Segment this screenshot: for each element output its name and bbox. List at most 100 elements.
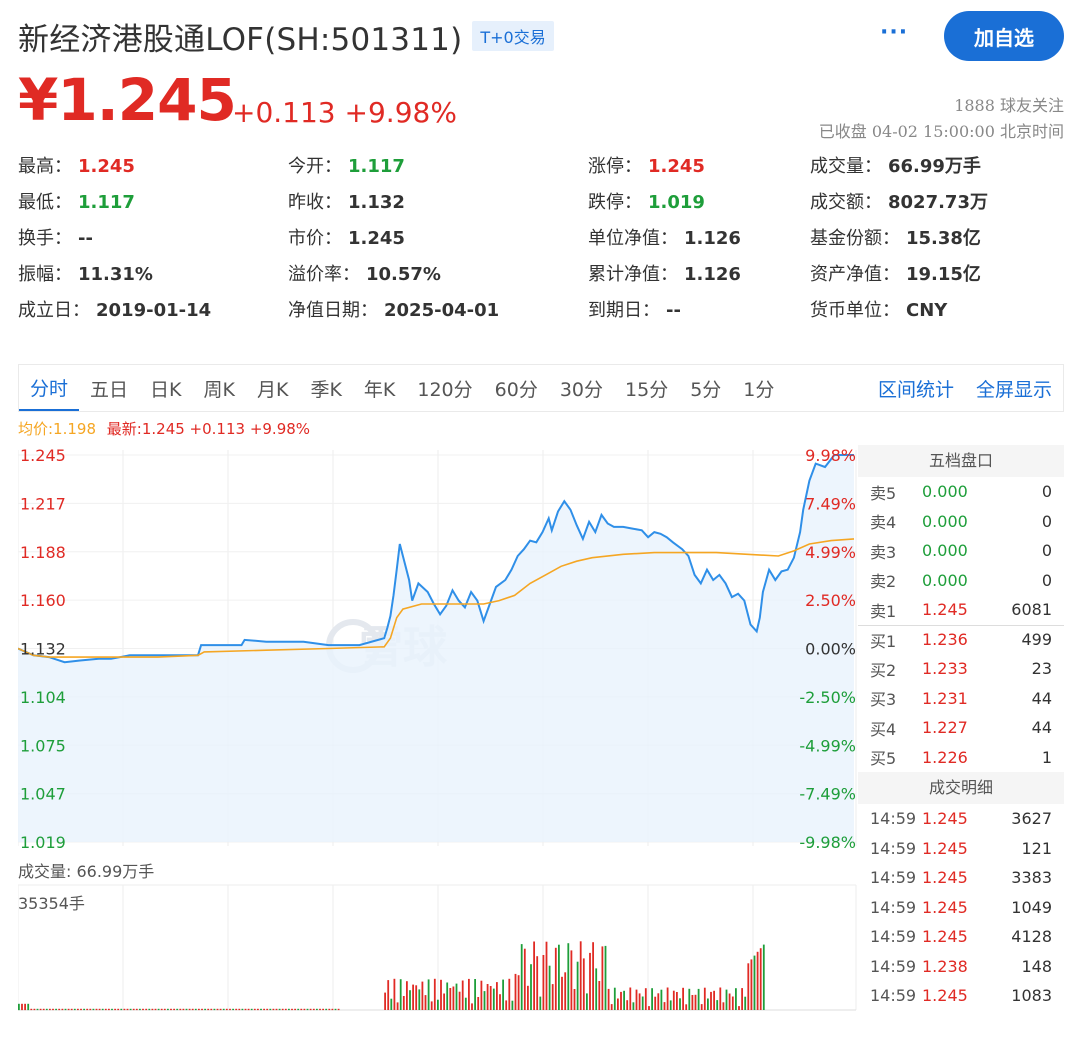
stat-label: 最高：	[18, 156, 72, 177]
t0-badge: T+0交易	[472, 21, 554, 51]
volume-bar	[728, 993, 731, 1010]
cell: 买3	[870, 690, 897, 710]
volume-bar	[688, 988, 691, 1010]
change-percent: +9.98%	[344, 96, 457, 129]
stat-value: --	[78, 228, 93, 249]
volume-bar	[250, 1008, 253, 1011]
volume-bar	[101, 1008, 104, 1011]
volume-bar	[191, 1008, 194, 1011]
tab-6[interactable]: 年K	[353, 365, 406, 411]
volume-bar	[427, 979, 430, 1010]
tab-5[interactable]: 季K	[299, 365, 352, 411]
volume-bar	[135, 1008, 138, 1011]
volume-bar	[126, 1008, 129, 1011]
cell: 1.238	[922, 956, 968, 976]
tab-7[interactable]: 120分	[406, 365, 483, 411]
intraday-chart[interactable]: 雪球1.2451.2171.1881.1601.1321.1041.0751.0…	[18, 440, 858, 1020]
volume-bar	[747, 963, 750, 1010]
stat-item: 溢价率： 10.57%	[288, 260, 441, 286]
volume-bar	[294, 1008, 296, 1011]
tab-4[interactable]: 月K	[246, 365, 299, 411]
tab-9[interactable]: 30分	[549, 365, 614, 411]
stat-value: 1.245	[648, 156, 705, 177]
followers-count[interactable]: 1888 球友关注	[954, 92, 1064, 116]
volume-bar	[663, 1002, 666, 1010]
trade-row[interactable]: 14:59 1.245 1083	[858, 981, 1064, 1011]
cell: 1.233	[922, 659, 968, 679]
trade-row[interactable]: 14:59 1.238 148	[858, 952, 1064, 982]
volume-bar	[744, 996, 747, 1010]
trade-row[interactable]: 14:59 1.245 121	[858, 834, 1064, 864]
cell: 1.231	[922, 688, 968, 708]
stat-value: 1.126	[684, 264, 741, 285]
volume-bar	[108, 1008, 110, 1011]
volume-bar	[120, 1008, 123, 1011]
tab-2[interactable]: 日K	[139, 365, 192, 411]
bid-row[interactable]: 买4 1.227 44	[858, 713, 1064, 743]
bid-row[interactable]: 买5 1.226 1	[858, 743, 1064, 773]
volume-bar	[542, 955, 545, 1010]
bid-row[interactable]: 买2 1.233 23	[858, 654, 1064, 684]
tab-12[interactable]: 1分	[732, 365, 785, 411]
ask-row[interactable]: 卖2 0.000 0	[858, 566, 1064, 596]
trade-row[interactable]: 14:59 1.245 3383	[858, 863, 1064, 893]
chart-tabs: 分时 五日 日K 周K 月K 季K 年K 120分 60分 30分 15分 5分 1分 区间统计 全屏显示	[18, 364, 1064, 412]
current-price: ¥1.245	[18, 66, 237, 134]
ask-row[interactable]: 卖5 0.000 0	[858, 477, 1064, 507]
volume-bar	[679, 998, 681, 1010]
trade-row[interactable]: 14:59 1.245 3627	[858, 804, 1064, 834]
y-tick-pct: 7.49%	[805, 494, 856, 513]
ask-row[interactable]: 卖4 0.000 0	[858, 507, 1064, 537]
stat-item: 货币单位： CNY	[810, 296, 947, 322]
trade-row[interactable]: 14:59 1.245 4128	[858, 922, 1064, 952]
volume-bar	[672, 990, 675, 1010]
bid-row[interactable]: 买1 1.236 499	[858, 624, 1064, 655]
ask-row[interactable]: 卖3 0.000 0	[858, 536, 1064, 566]
tab-1[interactable]: 五日	[79, 365, 139, 411]
stat-label: 成交量：	[810, 156, 882, 177]
stat-label: 涨停：	[588, 156, 642, 177]
cell: 0	[1041, 511, 1052, 531]
volume-bar	[222, 1008, 225, 1011]
stat-value: 10.57%	[366, 264, 441, 285]
fullscreen-button[interactable]: 全屏显示	[965, 375, 1063, 402]
tab-0[interactable]: 分时	[19, 365, 80, 411]
volume-bar	[558, 944, 560, 1010]
volume-bar	[508, 978, 511, 1010]
volume-bar	[148, 1008, 151, 1011]
volume-bar	[713, 990, 715, 1010]
more-menu-icon[interactable]: ···	[880, 20, 908, 45]
volume-bar	[253, 1008, 256, 1011]
volume-bar	[514, 973, 517, 1010]
y-tick-price: 1.132	[20, 640, 66, 659]
volume-bar	[719, 987, 722, 1010]
bid-row[interactable]: 买3 1.231 44	[858, 684, 1064, 714]
y-tick-pct: -9.98%	[799, 833, 856, 852]
x-tick: 14:30	[730, 1017, 776, 1020]
stat-item: 换手： --	[18, 224, 93, 250]
volume-bar	[185, 1008, 188, 1011]
volume-bar	[623, 990, 625, 1010]
cell: 买1	[870, 631, 897, 651]
volume-bar	[399, 979, 402, 1010]
cell: 1.236	[922, 630, 968, 650]
tab-10[interactable]: 15分	[614, 365, 679, 411]
tab-11[interactable]: 5分	[679, 365, 732, 411]
trade-row[interactable]: 14:59 1.245 1049	[858, 893, 1064, 923]
volume-bar	[198, 1008, 200, 1011]
volume-bar	[210, 1008, 213, 1011]
cell: 1	[1041, 747, 1052, 767]
y-tick-pct: 0.00%	[805, 640, 856, 659]
ask-row[interactable]: 卖1 1.245 6081	[858, 595, 1064, 625]
volume-bar	[421, 981, 424, 1010]
volume-bar	[483, 991, 486, 1010]
volume-bar	[654, 996, 657, 1010]
range-stats-button[interactable]: 区间统计	[867, 375, 965, 402]
volume-bar	[334, 1008, 337, 1011]
x-tick: 10:30	[205, 1017, 251, 1020]
tab-8[interactable]: 60分	[484, 365, 549, 411]
tab-3[interactable]: 周K	[193, 365, 246, 411]
add-watchlist-button[interactable]: 加自选	[944, 11, 1064, 61]
volume-bar	[626, 1000, 629, 1010]
volume-bar	[24, 1003, 26, 1011]
